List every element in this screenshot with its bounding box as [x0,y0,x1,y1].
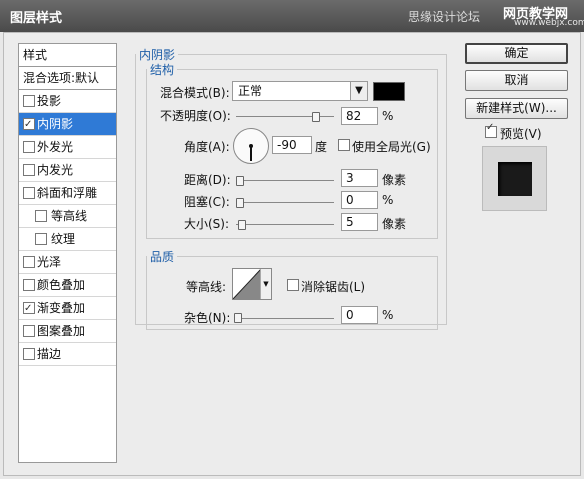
sidebar-item-checkbox[interactable] [35,210,47,222]
noise-slider-track[interactable] [236,318,334,319]
sidebar-item-label: 投影 [37,94,62,108]
angle-needle [250,146,252,161]
angle-center-dot [249,144,253,148]
sidebar-item[interactable]: 内发光 [19,159,116,182]
choke-slider-track[interactable] [236,202,334,203]
opacity-unit: % [382,109,394,123]
distance-input[interactable]: 3 [341,169,378,187]
preview-label[interactable]: 预览(V) [500,125,542,142]
opacity-input[interactable]: 82 [341,107,378,125]
sidebar-item-checkbox[interactable] [23,141,35,153]
sidebar-item-checkbox[interactable] [23,298,35,320]
sidebar-item-label: 光泽 [37,255,62,269]
contour-curve-icon [233,269,262,299]
sidebar-item-label: 颜色叠加 [37,278,86,292]
new-style-button[interactable]: 新建样式(W)... [465,98,568,119]
antialias-checkbox[interactable] [287,279,299,291]
sidebar-item-checkbox[interactable] [23,95,35,107]
sidebar-item[interactable]: 光泽 [19,251,116,274]
noise-slider-thumb[interactable] [234,313,242,323]
angle-dial[interactable] [233,128,269,164]
noise-label: 杂色(N): [184,311,231,325]
size-unit: 像素 [382,217,407,231]
sidebar-item-checkbox[interactable] [23,164,35,176]
angle-label: 角度(A): [184,140,230,154]
noise-input[interactable]: 0 [341,306,378,324]
distance-slider-thumb[interactable] [236,176,244,186]
cancel-button[interactable]: 取消 [465,70,568,91]
sidebar-item-label: 斜面和浮雕 [37,186,98,200]
sidebar-item-label: 渐变叠加 [37,301,86,315]
choke-label: 阻塞(C): [184,195,230,209]
sidebar-item-label: 内发光 [37,163,74,177]
size-slider-track[interactable] [236,224,334,225]
global-light-label[interactable]: 使用全局光(G) [352,138,431,155]
size-label: 大小(S): [184,217,230,231]
sidebar-item-label: 描边 [37,347,62,361]
size-input[interactable]: 5 [341,213,378,231]
size-slider-thumb[interactable] [238,220,246,230]
window-title: 图层样式 [10,11,63,26]
sidebar-item[interactable]: 图案叠加 [19,320,116,343]
contour-label: 等高线: [186,280,227,294]
sidebar-item[interactable]: 等高线 [19,205,116,228]
sidebar-item-checkbox[interactable] [23,187,35,199]
sidebar-item[interactable]: 斜面和浮雕 [19,182,116,205]
blend-mode-value: 正常 [238,84,263,98]
sidebar-item[interactable]: 颜色叠加 [19,274,116,297]
sidebar-item[interactable]: 投影 [19,90,116,113]
chevron-down-icon: ▼ [260,269,271,299]
sidebar-item-checkbox[interactable] [23,325,35,337]
sidebar-item-label: 等高线 [51,209,88,223]
sidebar-item-label: 纹理 [51,232,76,246]
blend-mode-select[interactable]: 正常 ▼ [232,81,368,101]
angle-unit: 度 [315,140,328,154]
sidebar-item-checkbox[interactable] [23,279,35,291]
chevron-down-icon: ▼ [350,82,367,100]
structure-title: 结构 [150,63,175,77]
opacity-label: 不透明度(O): [160,109,231,123]
sidebar-item[interactable]: 外发光 [19,136,116,159]
sidebar-item[interactable]: 内阴影 [19,113,116,136]
style-list-header[interactable]: 样式 [19,44,116,67]
blend-mode-label: 混合模式(B): [160,86,230,100]
distance-slider-track[interactable] [236,180,334,181]
quality-title: 品质 [150,250,175,264]
distance-label: 距离(D): [184,173,231,187]
sidebar-item-label: 外发光 [37,140,74,154]
sidebar-item-checkbox[interactable] [23,256,35,268]
choke-input[interactable]: 0 [341,191,378,209]
sidebar-item[interactable]: 描边 [19,343,116,366]
preview-square [498,162,532,196]
style-preview [482,146,547,211]
contour-picker[interactable]: ▼ [232,268,272,300]
opacity-slider-thumb[interactable] [312,112,320,122]
choke-unit: % [382,193,394,207]
noise-unit: % [382,308,394,322]
antialias-label[interactable]: 消除锯齿(L) [301,278,365,295]
choke-slider-thumb[interactable] [236,198,244,208]
ok-button[interactable]: 确定 [465,43,568,64]
sidebar-item-checkbox[interactable] [35,233,47,245]
watermark-url: www.webjx.com [514,18,584,28]
sidebar-item-checkbox[interactable] [23,114,35,136]
watermark-text: 思缘设计论坛 [408,10,481,24]
style-list: 样式 混合选项:默认 投影内阴影外发光内发光斜面和浮雕等高线纹理光泽颜色叠加渐变… [18,43,117,463]
title-bar: 图层样式 思缘设计论坛 网页教学网 www.webjx.com [0,0,584,32]
angle-input[interactable]: -90 [272,136,312,154]
sidebar-item[interactable]: 渐变叠加 [19,297,116,320]
sidebar-item[interactable]: 纹理 [19,228,116,251]
blend-options-item[interactable]: 混合选项:默认 [19,67,116,90]
preview-checkbox[interactable] [485,122,497,138]
global-light-checkbox[interactable] [338,139,350,151]
sidebar-item-label: 图案叠加 [37,324,86,338]
shadow-color-swatch[interactable] [373,82,405,101]
sidebar-item-checkbox[interactable] [23,348,35,360]
distance-unit: 像素 [382,173,407,187]
sidebar-item-label: 内阴影 [37,117,74,131]
